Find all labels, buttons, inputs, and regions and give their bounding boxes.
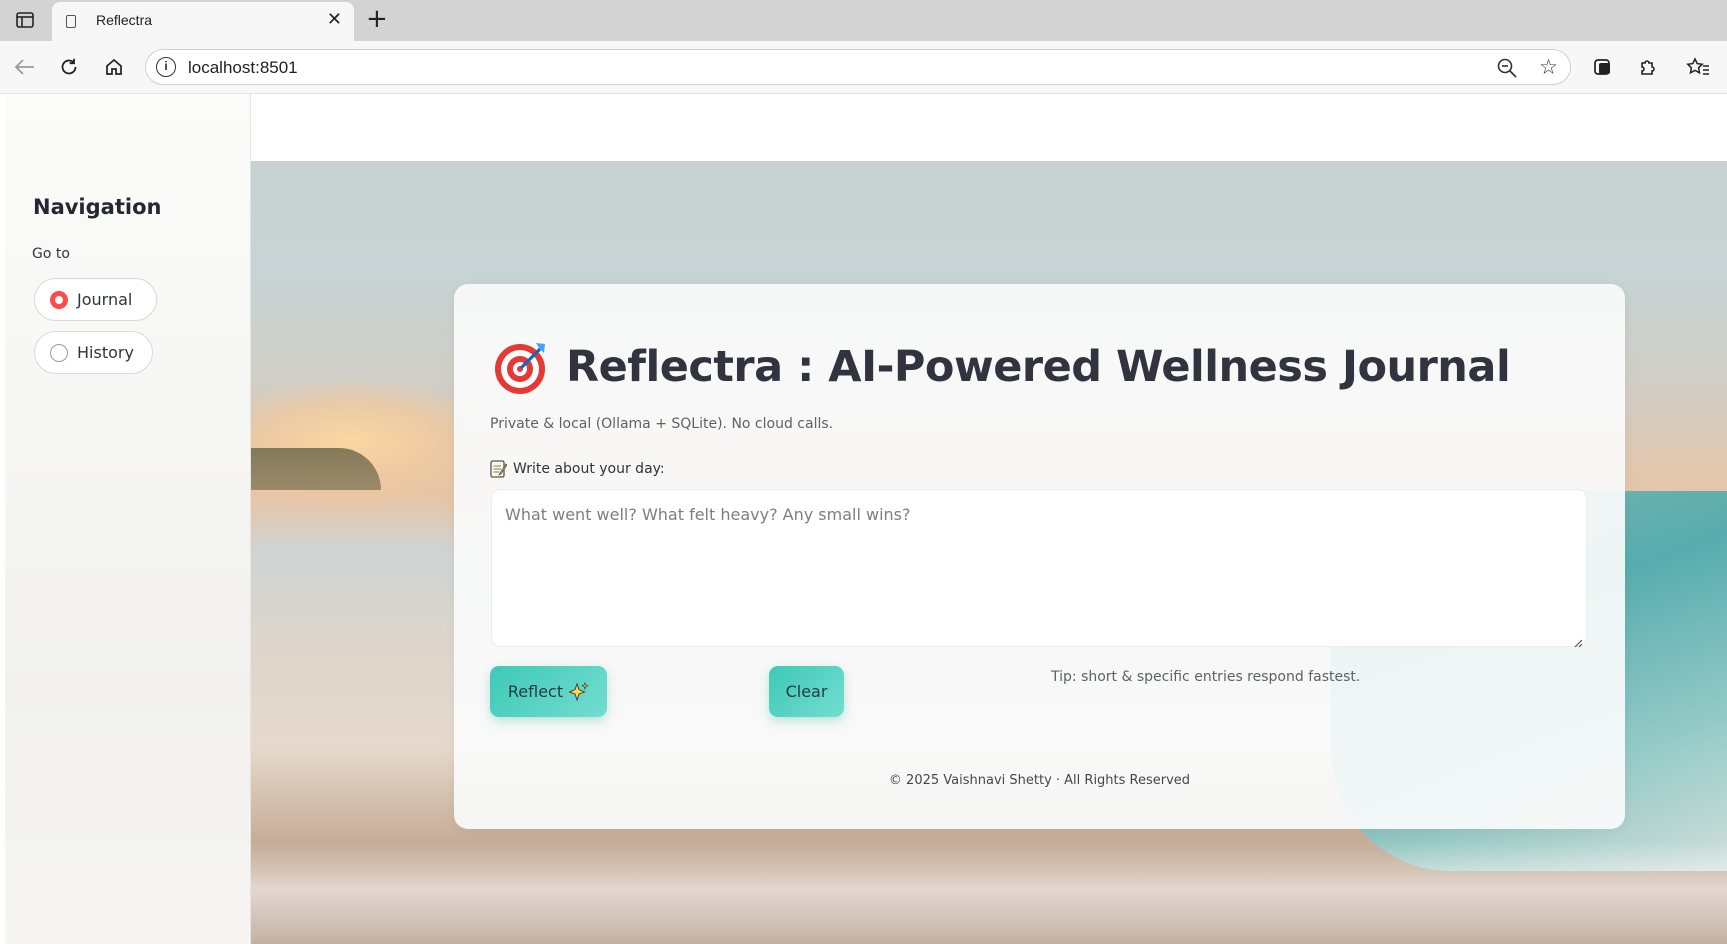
info-icon[interactable]: i [156, 57, 176, 77]
browser-toolbar: i localhost:8501 ☆ [0, 41, 1727, 94]
journal-field-label: Write about your day: [513, 460, 665, 477]
memo-icon [490, 459, 508, 478]
favorites-icon[interactable] [1685, 54, 1711, 80]
radio-option-journal[interactable]: Journal [34, 278, 157, 321]
reflect-button-label: Reflect [507, 682, 564, 701]
page-title-row: Reflectra : AI-Powered Wellness Journal [492, 338, 1511, 396]
back-arrow-icon[interactable] [12, 54, 38, 80]
tab-title: Reflectra [96, 12, 153, 28]
tab-sidebar-icon[interactable] [12, 8, 38, 32]
radio-unselected-icon[interactable] [50, 343, 68, 362]
headland [251, 448, 381, 490]
plus-icon[interactable]: + [366, 5, 388, 33]
zoom-out-icon[interactable] [1496, 57, 1518, 83]
clear-button[interactable]: Clear [769, 666, 844, 717]
collections-icon[interactable] [1590, 54, 1616, 80]
sidebar: Navigation Go to Journal History [5, 94, 251, 944]
clear-button-label: Clear [785, 682, 828, 701]
home-icon[interactable] [101, 54, 127, 80]
sidebar-title: Navigation [33, 195, 162, 219]
journal-entry-textarea[interactable]: What went well? What felt heavy? Any sma… [491, 489, 1587, 648]
extensions-icon[interactable] [1635, 54, 1661, 80]
tip-text: Tip: short & specific entries respond fa… [1051, 669, 1361, 685]
radio-label-journal: Journal [77, 290, 133, 309]
radio-label-history: History [77, 343, 134, 362]
app-header-strip [251, 94, 1727, 161]
resize-handle-icon[interactable] [1573, 633, 1583, 648]
url-text[interactable]: localhost:8501 [188, 58, 298, 78]
browser-tab-bar: Reflectra ✕ + [0, 0, 1727, 41]
journal-field-label-row: Write about your day: [490, 459, 665, 478]
browser-tab[interactable]: Reflectra ✕ [52, 2, 354, 41]
radio-option-history[interactable]: History [34, 331, 153, 374]
sparkles-icon [568, 681, 589, 702]
journal-card: Reflectra : AI-Powered Wellness Journal … [454, 284, 1625, 829]
page-subtitle: Private & local (Ollama + SQLite). No cl… [490, 416, 834, 432]
wave-foam [251, 841, 1727, 944]
radio-selected-icon[interactable] [50, 290, 68, 309]
page-icon [66, 15, 76, 28]
star-icon[interactable]: ☆ [1539, 56, 1558, 78]
radio-group-label: Go to [32, 246, 70, 262]
page-title: Reflectra : AI-Powered Wellness Journal [566, 342, 1511, 392]
address-bar[interactable]: i localhost:8501 ☆ [145, 49, 1571, 85]
reflect-button[interactable]: Reflect [490, 666, 607, 717]
textarea-placeholder: What went well? What felt heavy? Any sma… [505, 505, 911, 524]
close-icon[interactable]: ✕ [327, 10, 342, 30]
reload-icon[interactable] [56, 54, 82, 80]
footer-copyright: © 2025 Vaishnavi Shetty · All Rights Res… [888, 773, 1191, 788]
direct-hit-target-icon [492, 338, 550, 396]
